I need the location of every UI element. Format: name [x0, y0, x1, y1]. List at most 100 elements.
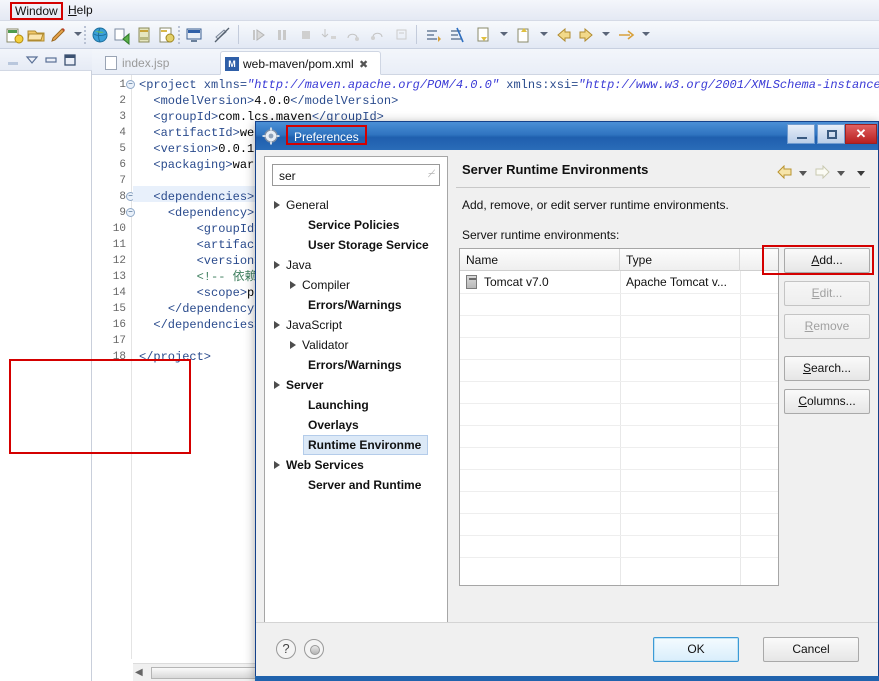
dropdown-arrow-icon[interactable]: [500, 32, 508, 36]
restore-view-icon[interactable]: [44, 53, 58, 67]
dialog-title-bar[interactable]: Preferences ✕: [256, 122, 878, 150]
left-view-strip: [0, 49, 92, 681]
step-over-icon[interactable]: [344, 25, 364, 45]
column-header-name[interactable]: Name: [460, 249, 620, 271]
maximize-view-icon[interactable]: [63, 53, 77, 67]
tree-item-launching[interactable]: Launching: [304, 395, 375, 415]
toolbar-handle[interactable]: [178, 26, 180, 44]
apply-icon[interactable]: [304, 639, 324, 659]
expand-twisty-icon[interactable]: [274, 381, 280, 389]
minimize-view-icon[interactable]: [6, 53, 20, 67]
add-button-label: dd...: [819, 253, 843, 267]
collapse-icon[interactable]: [25, 53, 39, 67]
minimize-button[interactable]: [787, 124, 815, 144]
run-debug-icon[interactable]: [48, 25, 68, 45]
back-arrow-icon[interactable]: [777, 165, 793, 179]
editor-tab-index-jsp[interactable]: index.jsp: [100, 51, 177, 75]
forward-dropdown-icon[interactable]: [837, 171, 845, 176]
step-into-icon[interactable]: [320, 25, 340, 45]
next-annotation-icon[interactable]: [474, 25, 494, 45]
forward-arrow-icon[interactable]: [814, 165, 830, 179]
expand-twisty-icon[interactable]: [290, 281, 296, 289]
back-dropdown-icon[interactable]: [799, 171, 807, 176]
tree-item-server-and-runtime[interactable]: Server and Runtime: [304, 475, 427, 495]
tree-item-server[interactable]: Server: [272, 375, 329, 395]
forward-arrow-icon[interactable]: [576, 25, 596, 45]
next-edit-icon[interactable]: [616, 25, 636, 45]
tree-item-compiler[interactable]: Compiler: [288, 275, 356, 295]
expand-twisty-icon[interactable]: [274, 261, 280, 269]
expand-twisty-icon[interactable]: [274, 461, 280, 469]
maximize-button[interactable]: [817, 124, 845, 144]
console-icon[interactable]: [184, 25, 204, 45]
edit-button[interactable]: Edit...: [784, 281, 870, 306]
tree-item-validator[interactable]: Validator: [288, 335, 354, 355]
tree-item-errors-warnings[interactable]: Errors/Warnings: [304, 295, 408, 315]
editor-tab-pom-xml[interactable]: M web-maven/pom.xml ✖: [220, 51, 382, 75]
close-button[interactable]: ✕: [845, 124, 877, 144]
terminate-icon[interactable]: [296, 25, 316, 45]
tree-item-web-services[interactable]: Web Services: [272, 455, 370, 475]
remove-button[interactable]: Remove: [784, 314, 870, 339]
code-line: <groupId>: [139, 221, 262, 237]
runtime-environments-table[interactable]: Name Type Tomcat v7.0 Apache Tomcat v...: [459, 248, 779, 586]
tree-item-javascript[interactable]: JavaScript: [272, 315, 348, 335]
back-arrow-icon[interactable]: [554, 25, 574, 45]
hide-icon[interactable]: [212, 25, 232, 45]
line-number: 7: [119, 175, 126, 187]
tree-item-overlays[interactable]: Overlays: [304, 415, 365, 435]
close-icon[interactable]: ✖: [359, 59, 368, 71]
ok-button[interactable]: OK: [653, 637, 739, 662]
server-icon[interactable]: [134, 25, 154, 45]
preferences-tree[interactable]: General Service Policies User Storage Serv…: [266, 193, 448, 640]
database-icon[interactable]: [156, 25, 176, 45]
add-button[interactable]: Add...: [784, 248, 870, 273]
search-reference-icon[interactable]: [448, 25, 468, 45]
expand-twisty-icon[interactable]: [274, 201, 280, 209]
code-token: "http://www.w3.org/2001/XMLSchema-instan…: [578, 78, 879, 92]
open-folder-icon[interactable]: [26, 25, 46, 45]
editor-tab-label: web-maven/pom.xml: [243, 57, 354, 71]
columns-button[interactable]: Columns...: [784, 389, 870, 414]
search-button[interactable]: Search...: [784, 356, 870, 381]
tree-item-java[interactable]: Java: [272, 255, 317, 275]
tree-item-user-storage-service[interactable]: User Storage Service: [304, 235, 435, 255]
expand-twisty-icon[interactable]: [290, 341, 296, 349]
web-browser-icon[interactable]: [90, 25, 110, 45]
expand-twisty-icon[interactable]: [274, 321, 280, 329]
suspend-icon[interactable]: [272, 25, 292, 45]
filter-input[interactable]: ser: [279, 168, 296, 184]
clear-icon[interactable]: ⌿: [427, 168, 434, 181]
dropdown-arrow-icon[interactable]: [642, 32, 650, 36]
menu-item-window[interactable]: Window: [4, 2, 69, 20]
menu-item-help[interactable]: Help: [62, 2, 99, 19]
help-icon[interactable]: ?: [276, 639, 296, 659]
resume-icon[interactable]: [248, 25, 268, 45]
cancel-button[interactable]: Cancel: [763, 637, 859, 662]
left-view-content: [0, 71, 91, 681]
deploy-icon[interactable]: [112, 25, 132, 45]
scroll-left-icon[interactable]: ◀: [135, 667, 143, 678]
line-number: 1−: [92, 77, 135, 93]
tree-item-general[interactable]: General: [272, 195, 335, 215]
tree-item-service-policies[interactable]: Service Policies: [304, 215, 405, 235]
new-wizard-icon[interactable]: [4, 25, 24, 45]
search-declaration-icon[interactable]: [424, 25, 444, 45]
tree-item-errors-warnings[interactable]: Errors/Warnings: [304, 355, 408, 375]
drop-to-frame-icon[interactable]: [392, 25, 412, 45]
dropdown-arrow-icon[interactable]: [602, 32, 610, 36]
left-view-toolbar: [0, 49, 92, 71]
tree-item-label: Server and Runtime: [308, 478, 422, 492]
column-header-type[interactable]: Type: [620, 249, 740, 271]
filter-input-wrapper[interactable]: ser ⌿: [272, 164, 440, 186]
step-return-icon[interactable]: [368, 25, 388, 45]
dropdown-arrow-icon[interactable]: [540, 32, 548, 36]
tree-item-runtime-environme[interactable]: Runtime Environme: [303, 435, 429, 455]
dialog-title: Preferences: [286, 125, 367, 145]
toolbar-handle[interactable]: [84, 26, 86, 44]
dropdown-arrow-icon[interactable]: [74, 32, 82, 36]
table-row[interactable]: Tomcat v7.0 Apache Tomcat v...: [460, 271, 778, 293]
view-menu-icon[interactable]: [857, 171, 865, 176]
grid-line: [460, 557, 778, 558]
previous-annotation-icon[interactable]: [514, 25, 534, 45]
